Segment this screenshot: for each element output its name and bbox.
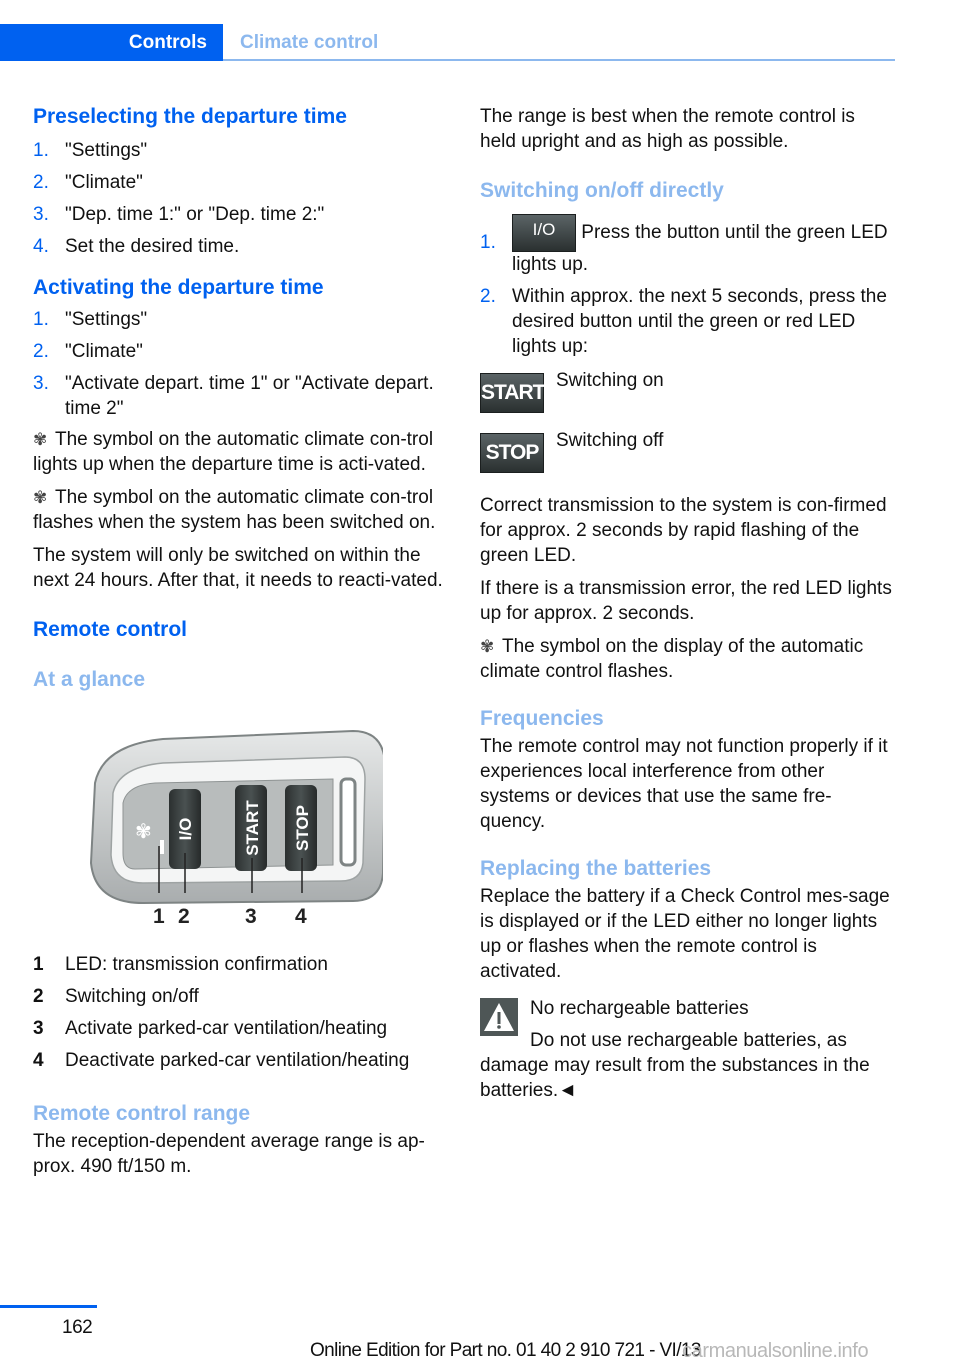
fob-fan-symbol: ✾ [135, 821, 152, 843]
stop-label: Switching off [556, 430, 664, 451]
callout-4: 4 [295, 905, 307, 928]
page-number: 162 [62, 1317, 93, 1338]
edition-note: Online Edition for Part no. 01 40 2 910 … [310, 1340, 701, 1361]
io-button-icon: I/O [512, 214, 576, 252]
page-header: Controls Climate control [0, 24, 895, 61]
callout-1: 1 [153, 905, 165, 928]
chapter-tab[interactable]: Controls [0, 24, 223, 61]
preselect-heading: Preselecting the departure time [33, 105, 347, 128]
right-column: The range is best when the remote contro… [480, 100, 892, 1103]
batteries-text: Replace the battery if a Check Control m… [480, 886, 890, 982]
activate-steps: 1. "Settings" 2. "Climate" 3. "Activate dep… [33, 307, 445, 421]
left-column: Preselecting the departure time 1. "Setti… [33, 100, 445, 1179]
warning-title: No rechargeable batteries [530, 998, 749, 1019]
legend-item: 3 Activate parked-car ventilation/heating [33, 1018, 388, 1039]
range-note: The range is best when the remote contro… [480, 106, 855, 152]
io-key-label: I/O [176, 818, 195, 841]
switching-steps: 1. I/O Press the button until the green … [480, 214, 892, 359]
header-rule [223, 59, 895, 61]
stop-key-label: STOP [293, 805, 312, 851]
warning-text: Do not use rechargeable batteries, as da… [480, 1030, 870, 1101]
activate-note-lights: ✾ The symbol on the automatic climate con… [33, 429, 434, 475]
section-tab[interactable]: Climate control [240, 24, 378, 61]
legend-item: 4 Deactivate parked-car ventilation/heati… [33, 1050, 410, 1071]
fan-icon: ✾ [480, 637, 495, 656]
list-item: 1. "Settings" [33, 140, 148, 161]
batteries-heading: Replacing the batteries [480, 857, 712, 880]
start-button-icon: START [480, 373, 545, 413]
start-row: START Switching on [480, 370, 892, 413]
activate-heading: Activating the departure time [33, 276, 324, 299]
led-indicator [160, 840, 164, 854]
list-item: 4. Set the desired time. [33, 236, 240, 257]
legend-item: 1 LED: transmission confirmation [33, 954, 328, 975]
list-item: 1. I/O Press the button until the green … [480, 214, 892, 277]
range-heading: Remote control range [33, 1102, 251, 1125]
display-note: ✾ The symbol on the display of the automa… [480, 636, 864, 682]
preselect-steps: 1. "Settings" 2. "Climate" 3. "Dep. time 1:… [33, 138, 445, 259]
switching-heading: Switching on/off directly [480, 179, 724, 202]
warning-block: No rechargeable batteries Do not use rec… [480, 996, 892, 1103]
fan-icon: ✾ [33, 488, 48, 507]
confirm-text: Correct transmission to the system is co… [480, 495, 887, 566]
legend-item: 2 Switching on/off [33, 986, 199, 1007]
list-item: 2. Within approx. the next 5 seconds, pre… [480, 286, 887, 357]
callout-2: 2 [178, 905, 190, 928]
warning-icon [480, 998, 518, 1036]
fan-icon: ✾ [33, 430, 48, 449]
activate-note-24h: The system will only be switched on with… [33, 545, 443, 591]
range-text: The reception-dependent average range is… [33, 1131, 425, 1177]
list-item: 2. "Climate" [33, 172, 143, 193]
error-text: If there is a transmission error, the re… [480, 578, 892, 624]
watermark: carmanualsonline.info [682, 1340, 869, 1362]
list-item: 1. "Settings" [33, 309, 148, 330]
footer-rule [0, 1305, 97, 1308]
stop-row: STOP Switching off [480, 430, 892, 473]
list-item: 3. "Activate depart. time 1" or "Activate… [33, 373, 434, 419]
list-item: 2. "Climate" [33, 341, 143, 362]
at-a-glance-heading: At a glance [33, 668, 146, 691]
remote-heading: Remote control [33, 618, 188, 641]
stop-button-icon: STOP [480, 433, 544, 473]
frequencies-text: The remote control may not function prop… [480, 736, 888, 832]
start-key-label: START [243, 800, 262, 856]
remote-control-figure: ✾ I/O START STOP 1 2 3 4 [89, 729, 383, 928]
start-label: Switching on [556, 370, 664, 391]
figure-legend: 1 LED: transmission confirmation 2 Switchi… [33, 952, 445, 1073]
frequencies-heading: Frequencies [480, 707, 604, 730]
activate-note-flashes: ✾ The symbol on the automatic climate con… [33, 487, 436, 533]
fob-slot [339, 777, 357, 867]
callout-3: 3 [245, 905, 257, 928]
list-item: 3. "Dep. time 1:" or "Dep. time 2:" [33, 204, 325, 225]
